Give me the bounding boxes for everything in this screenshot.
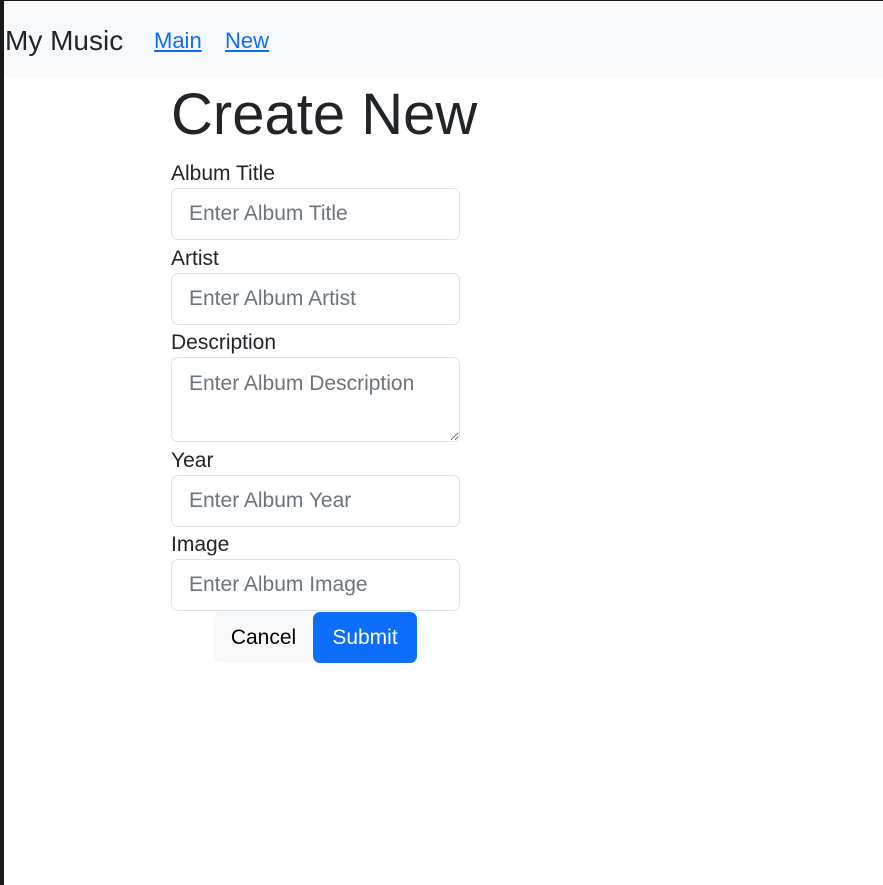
cancel-button[interactable]: Cancel bbox=[214, 612, 313, 663]
album-title-input[interactable] bbox=[171, 188, 460, 240]
image-input[interactable] bbox=[171, 559, 460, 611]
nav-link-new[interactable]: New bbox=[225, 27, 269, 55]
page-title: Create New bbox=[171, 82, 478, 147]
navbar-brand[interactable]: My Music bbox=[5, 23, 123, 59]
album-title-label: Album Title bbox=[171, 162, 275, 185]
image-label: Image bbox=[171, 533, 230, 556]
year-label: Year bbox=[171, 449, 214, 472]
nav-link-main[interactable]: Main bbox=[154, 27, 202, 55]
description-label: Description bbox=[171, 331, 277, 354]
description-textarea[interactable] bbox=[171, 357, 460, 442]
artist-label: Artist bbox=[171, 247, 219, 270]
submit-button[interactable]: Submit bbox=[313, 612, 417, 663]
artist-input[interactable] bbox=[171, 273, 460, 325]
year-input[interactable] bbox=[171, 475, 460, 527]
navbar: My Music Main New bbox=[4, 1, 883, 77]
browser-viewport: My Music Main New Create New Album Title… bbox=[4, 1, 883, 885]
